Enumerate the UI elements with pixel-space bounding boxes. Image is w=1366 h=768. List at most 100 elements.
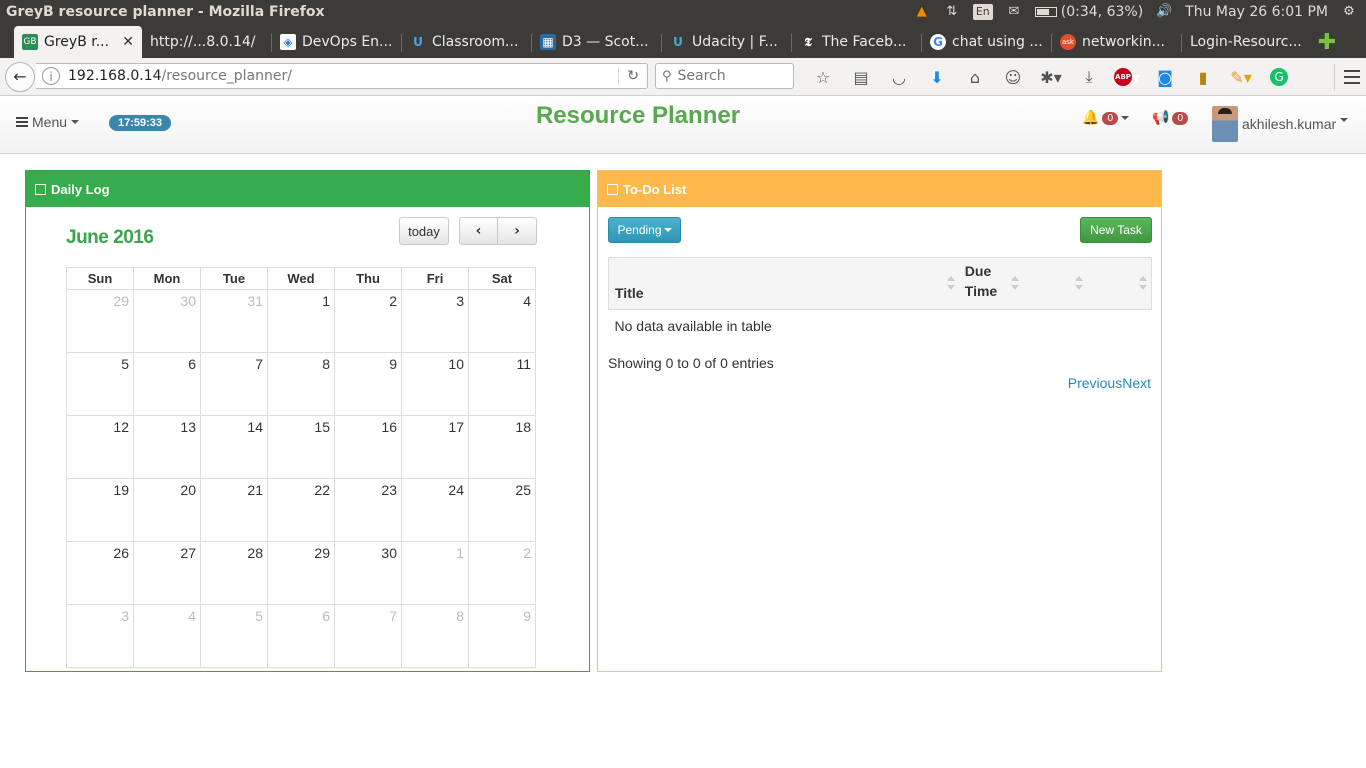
calendar-day-cell[interactable]: 3 — [401, 289, 469, 353]
calendar-day-cell[interactable]: 29 — [267, 541, 335, 605]
calendar-day-cell[interactable]: 12 — [66, 415, 134, 479]
status-filter-dropdown[interactable]: Pending — [608, 217, 681, 243]
megaphone-icon: 📢 — [1152, 110, 1170, 126]
tab-local-url[interactable]: http://...8.0.14/ — [142, 26, 272, 58]
calendar-day-cell[interactable]: 26 — [66, 541, 134, 605]
battery-indicator[interactable]: (0:34, 63%) — [1034, 4, 1143, 20]
calendar-day-cell[interactable]: 21 — [200, 478, 268, 542]
column-header-title[interactable]: Title — [607, 257, 959, 310]
keyboard-layout-indicator[interactable]: En — [972, 4, 993, 20]
search-input[interactable]: ⚲ Search — [655, 63, 794, 89]
calendar-day-cell[interactable]: 17 — [401, 415, 469, 479]
user-menu[interactable]: akhilesh.kumar — [1212, 106, 1349, 142]
grammarly-icon[interactable]: G — [1260, 64, 1298, 90]
tab-chat[interactable]: G chat using ... — [922, 26, 1052, 58]
calendar-day-cell[interactable]: 29 — [66, 289, 134, 353]
calendar-day-cell[interactable]: 7 — [334, 604, 402, 668]
calendar-day-cell[interactable]: 28 — [200, 541, 268, 605]
close-tab-icon[interactable]: ✕ — [122, 34, 134, 50]
calendar-day-cell[interactable]: 2 — [468, 541, 536, 605]
reading-list-icon[interactable]: ▤ — [842, 64, 880, 90]
network-transfer-icon[interactable]: ⇅ — [943, 4, 961, 20]
caret-down-icon — [1121, 116, 1129, 120]
extension-dropdown-icon[interactable]: ✱▾ — [1032, 64, 1070, 90]
calendar-day-cell[interactable]: 11 — [468, 352, 536, 416]
adblock-icon[interactable]: ABP ▾ — [1108, 64, 1146, 90]
mail-icon[interactable]: ✉ — [1005, 4, 1023, 20]
calendar-day-cell[interactable]: 3 — [66, 604, 134, 668]
tab-classroom[interactable]: U Classroom... — [402, 26, 532, 58]
calendar-day-cell[interactable]: 5 — [66, 352, 134, 416]
calendar-day-cell[interactable]: 6 — [133, 352, 201, 416]
calendar-day-cell[interactable]: 30 — [133, 289, 201, 353]
calendar-day-cell[interactable]: 1 — [401, 541, 469, 605]
next-month-button[interactable]: › — [498, 217, 537, 245]
calendar-day-cell[interactable]: 25 — [468, 478, 536, 542]
calendar-day-cell[interactable]: 9 — [468, 604, 536, 668]
calendar-day-cell[interactable]: 18 — [468, 415, 536, 479]
home-icon[interactable]: ⌂ — [956, 64, 994, 90]
weekday-label: Thu — [334, 267, 402, 290]
calendar-day-cell[interactable]: 19 — [66, 478, 134, 542]
save-page-icon[interactable]: ⤓ — [1070, 64, 1108, 90]
calendar-day-cell[interactable]: 4 — [468, 289, 536, 353]
announcements-dropdown[interactable]: 📢 0 — [1152, 110, 1188, 126]
browser-menu-icon[interactable] — [1334, 64, 1360, 90]
calendar-day-cell[interactable]: 8 — [267, 352, 335, 416]
calendar-day-cell[interactable]: 4 — [133, 604, 201, 668]
highlighter-icon[interactable]: ✎▾ — [1222, 64, 1260, 90]
calendar-day-cell[interactable]: 14 — [200, 415, 268, 479]
back-arrow-icon[interactable]: ← — [5, 61, 35, 92]
calendar-day-cell[interactable]: 7 — [200, 352, 268, 416]
next-page-link[interactable]: Next — [1122, 375, 1151, 391]
tab-d3[interactable]: ▦ D3 — Scot... — [532, 26, 662, 58]
column-header-due-time[interactable]: Due Time — [958, 257, 1024, 310]
calendar-day-cell[interactable]: 1 — [267, 289, 335, 353]
calendar-day-cell[interactable]: 9 — [334, 352, 402, 416]
calendar-day-cell[interactable]: 27 — [133, 541, 201, 605]
calendar-day-cell[interactable]: 13 — [133, 415, 201, 479]
tab-devops[interactable]: ◈ DevOps En... — [272, 26, 402, 58]
calendar-day-cell[interactable]: 23 — [334, 478, 402, 542]
download-icon[interactable]: ⬇ — [918, 64, 956, 90]
column-header-action-2[interactable] — [1087, 257, 1153, 310]
column-header-action-1[interactable] — [1023, 257, 1088, 310]
vlc-icon[interactable]: ▲ — [913, 4, 931, 20]
notes-icon[interactable]: ▮ — [1184, 64, 1222, 90]
chat-bubble-icon[interactable]: ☺ — [994, 64, 1032, 90]
calendar-day-cell[interactable]: 5 — [200, 604, 268, 668]
calendar-day-cell[interactable]: 6 — [267, 604, 335, 668]
tab-login[interactable]: Login-Resourc... — [1182, 26, 1310, 58]
new-task-button[interactable]: New Task — [1080, 217, 1152, 243]
calendar-day-cell[interactable]: 20 — [133, 478, 201, 542]
screenshot-icon[interactable]: ◙ — [1146, 64, 1184, 90]
calendar-day-cell[interactable]: 10 — [401, 352, 469, 416]
info-icon[interactable]: i — [42, 67, 60, 85]
status-filter-label: Pending — [617, 223, 662, 237]
prev-month-button[interactable]: ‹ — [459, 217, 498, 245]
tab-udacity[interactable]: U Udacity | F... — [662, 26, 792, 58]
datetime[interactable]: Thu May 26 6:01 PM — [1185, 4, 1328, 20]
todo-table: Title Due Time No data available in tabl… — [607, 257, 1153, 342]
calendar-day-cell[interactable]: 15 — [267, 415, 335, 479]
calendar-day-cell[interactable]: 16 — [334, 415, 402, 479]
notifications-dropdown[interactable]: 🔔 0 — [1082, 110, 1129, 126]
tab-networking[interactable]: ask networkin... — [1052, 26, 1182, 58]
power-gear-icon[interactable]: ⚙ — [1340, 4, 1358, 20]
previous-page-link[interactable]: Previous — [1068, 375, 1122, 391]
url-bar[interactable]: i 192.168.0.14/resource_planner/ ↻ — [36, 63, 648, 89]
reload-icon[interactable]: ↻ — [618, 68, 639, 84]
tab-greyb[interactable]: GB GreyB r... ✕ — [14, 26, 142, 58]
calendar-day-cell[interactable]: 2 — [334, 289, 402, 353]
calendar-day-cell[interactable]: 8 — [401, 604, 469, 668]
calendar-day-cell[interactable]: 31 — [200, 289, 268, 353]
calendar-day-cell[interactable]: 30 — [334, 541, 402, 605]
calendar-day-cell[interactable]: 22 — [267, 478, 335, 542]
new-tab-icon[interactable]: ✚ — [1310, 26, 1344, 58]
calendar-day-cell[interactable]: 24 — [401, 478, 469, 542]
pocket-icon[interactable]: ◡ — [880, 64, 918, 90]
volume-icon[interactable]: 🔊 — [1155, 4, 1173, 20]
tab-facebook-article[interactable]: 𝕿 The Faceb... — [792, 26, 922, 58]
today-button[interactable]: today — [399, 217, 449, 245]
bookmark-star-icon[interactable]: ☆ — [804, 64, 842, 90]
